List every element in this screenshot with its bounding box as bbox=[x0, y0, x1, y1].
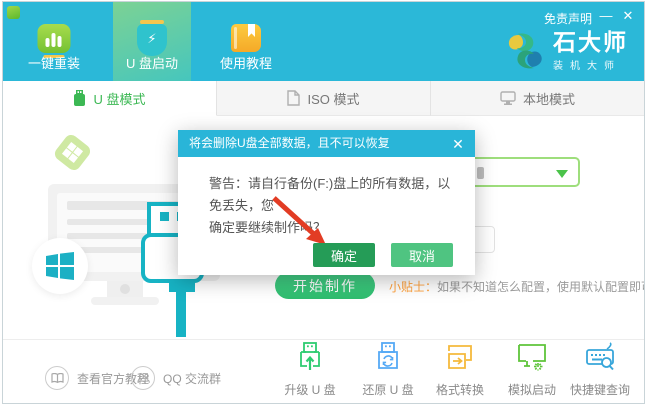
warning-line-2: 确定要继续制作吗？ bbox=[209, 217, 454, 239]
nav-tab-reinstall[interactable]: 一键重装 bbox=[7, 2, 101, 81]
toolbar-item-label: 快捷键查询 bbox=[562, 381, 638, 398]
monitor-icon bbox=[500, 91, 516, 106]
mode-tab-label: U 盘模式 bbox=[93, 89, 145, 108]
nav-tab-tutorial[interactable]: 使用教程 bbox=[201, 2, 291, 81]
simulate-boot-tool[interactable]: 模拟启动 bbox=[494, 342, 570, 398]
mode-tab-label: ISO 模式 bbox=[307, 89, 359, 108]
brand-s-icon bbox=[505, 33, 545, 69]
book-icon bbox=[231, 24, 261, 52]
nav-tab-label: 使用教程 bbox=[201, 53, 291, 72]
chevron-down-icon bbox=[556, 170, 568, 178]
tip-text: 小贴士：如果不知道怎么配置，使用默认配置即可 bbox=[389, 278, 645, 295]
warning-line-1: 警告：请自行备份(F:)盘上的所有数据，以免丢失，您 bbox=[209, 173, 454, 217]
mode-tab-label: 本地模式 bbox=[523, 89, 575, 108]
windows-tile-icon bbox=[52, 132, 93, 173]
close-button[interactable]: ✕ bbox=[620, 8, 636, 24]
windows-logo-badge bbox=[32, 238, 88, 294]
format-convert-icon bbox=[445, 342, 475, 372]
header: 免责声明 — ✕ 石大师 装机大师 一键重装 U 盘启动 使用教程 bbox=[3, 2, 644, 81]
tutorial-book-icon bbox=[45, 366, 69, 390]
monitor-stand-dot bbox=[120, 284, 130, 294]
dropdown-value-fragment bbox=[477, 167, 484, 179]
nav-tab-label: U 盘启动 bbox=[113, 53, 191, 72]
toolbar-item-label: 还原 U 盘 bbox=[350, 381, 426, 398]
mode-tab-usb[interactable]: U 盘模式 bbox=[3, 81, 217, 116]
toolbar-item-label: 模拟启动 bbox=[494, 381, 570, 398]
app-window: 免责声明 — ✕ 石大师 装机大师 一键重装 U 盘启动 使用教程 bbox=[2, 1, 645, 404]
brand-logo: 石大师 装机大师 bbox=[505, 30, 628, 72]
toolbar-left-label: QQ 交流群 bbox=[163, 370, 221, 387]
tip-body: 如果不知道怎么配置，使用默认配置即可 bbox=[437, 280, 645, 294]
keyboard-search-icon bbox=[585, 342, 615, 372]
warning-dialog: 将会删除U盘全部数据，且不可以恢复 ✕ 警告：请自行备份(F:)盘上的所有数据，… bbox=[178, 130, 475, 275]
usb-upgrade-icon bbox=[296, 342, 324, 372]
start-make-button[interactable]: 开始制作 bbox=[275, 272, 375, 299]
usb-restore-icon bbox=[374, 342, 402, 372]
hotkey-lookup-tool[interactable]: 快捷键查询 bbox=[562, 342, 638, 398]
tip-label: 小贴士： bbox=[389, 280, 437, 294]
mode-tab-local[interactable]: 本地模式 bbox=[431, 81, 644, 116]
brand-name: 石大师 bbox=[553, 30, 628, 54]
people-icon bbox=[131, 366, 155, 390]
restore-usb-tool[interactable]: 还原 U 盘 bbox=[350, 342, 426, 398]
dialog-title: 将会删除U盘全部数据，且不可以恢复 bbox=[178, 130, 475, 157]
mode-tab-iso[interactable]: ISO 模式 bbox=[217, 81, 431, 116]
disclaimer-link[interactable]: 免责声明 bbox=[544, 10, 592, 27]
dialog-warning-text: 警告：请自行备份(F:)盘上的所有数据，以免丢失，您 确定要继续制作吗？ bbox=[209, 173, 454, 239]
toolbar-item-label: 升级 U 盘 bbox=[272, 381, 348, 398]
usb-drive-icon bbox=[73, 90, 86, 107]
iso-file-icon bbox=[287, 90, 300, 106]
chart-icon bbox=[38, 24, 71, 53]
windows-flag-icon bbox=[45, 251, 75, 281]
dialog-close-icon[interactable]: ✕ bbox=[449, 135, 467, 153]
simulate-boot-icon bbox=[517, 342, 547, 372]
format-convert-tool[interactable]: 格式转换 bbox=[422, 342, 498, 398]
nav-tab-usb-boot[interactable]: U 盘启动 bbox=[113, 2, 191, 81]
upgrade-usb-tool[interactable]: 升级 U 盘 bbox=[272, 342, 348, 398]
confirm-button[interactable]: 确定 bbox=[313, 243, 375, 267]
shield-lightning-icon bbox=[137, 24, 167, 56]
qq-group-link[interactable]: QQ 交流群 bbox=[131, 366, 221, 390]
toolbar-item-label: 格式转换 bbox=[422, 381, 498, 398]
brand-subtitle: 装机大师 bbox=[553, 57, 628, 72]
minimize-button[interactable]: — bbox=[598, 8, 614, 23]
mode-tabs: U 盘模式 ISO 模式 本地模式 bbox=[3, 81, 644, 116]
cancel-button[interactable]: 取消 bbox=[391, 243, 453, 267]
nav-tab-label: 一键重装 bbox=[7, 53, 101, 72]
bottom-toolbar: 查看官方教程 QQ 交流群 升级 U 盘 bbox=[3, 339, 644, 403]
